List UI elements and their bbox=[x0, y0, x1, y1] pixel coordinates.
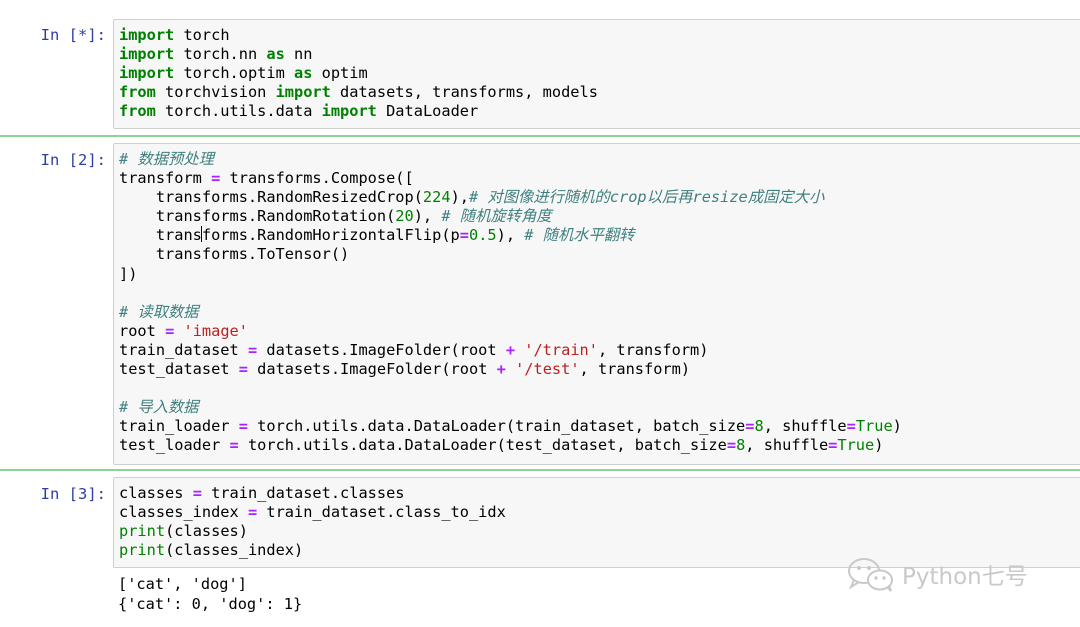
code-input[interactable]: import torch import torch.nn as nn impor… bbox=[113, 19, 1080, 129]
output-line: {'cat': 0, 'dog': 1} bbox=[118, 594, 303, 613]
code-line: print(classes) bbox=[119, 522, 248, 541]
code-line: test_dataset = datasets.ImageFolder(root… bbox=[119, 360, 691, 379]
code-line: print(classes_index) bbox=[119, 541, 304, 560]
cell-prompt: In [*]: bbox=[40, 26, 106, 44]
code-line: transforms.RandomHorizontalFlip(p=0.5), … bbox=[119, 226, 635, 245]
code-line: ]) bbox=[119, 264, 138, 283]
code-line: classes_index = train_dataset.class_to_i… bbox=[119, 503, 506, 522]
code-line: import torch bbox=[119, 26, 230, 44]
code-line: from torchvision import datasets, transf… bbox=[119, 83, 598, 102]
code-cell-1[interactable]: In [*]: import torch import torch.nn as … bbox=[0, 0, 1080, 135]
cell-separator bbox=[0, 469, 1080, 471]
code-line: root = 'image' bbox=[119, 321, 248, 340]
code-input[interactable]: # 数据预处理 transform = transforms.Compose([… bbox=[113, 143, 1080, 465]
cell-prompt: In [3]: bbox=[40, 485, 106, 503]
wechat-icon bbox=[848, 558, 893, 592]
code-line: transforms.RandomResizedCrop(224),# 对图像进… bbox=[119, 188, 825, 207]
code-line: transforms.RandomRotation(20), # 随机旋转角度 bbox=[119, 207, 552, 226]
code-line: # 导入数据 bbox=[119, 398, 199, 417]
watermark: Python七号 bbox=[846, 556, 1028, 592]
cell-output: ['cat', 'dog'] {'cat': 0, 'dog': 1} bbox=[118, 575, 302, 614]
code-line: train_loader = torch.utils.data.DataLoad… bbox=[119, 417, 902, 436]
text-cursor bbox=[201, 226, 203, 243]
code-line: import torch.optim as optim bbox=[119, 64, 368, 83]
code-line: # 数据预处理 bbox=[119, 150, 214, 168]
code-line: transform = transforms.Compose([ bbox=[119, 169, 414, 188]
code-line: test_loader = torch.utils.data.DataLoade… bbox=[119, 436, 884, 455]
watermark-text: Python七号 bbox=[902, 564, 1028, 590]
output-line: ['cat', 'dog'] bbox=[118, 575, 247, 593]
code-line: from torch.utils.data import DataLoader bbox=[119, 102, 479, 121]
code-line: classes = train_dataset.classes bbox=[119, 484, 405, 502]
cell-prompt: In [2]: bbox=[40, 151, 106, 169]
code-cell-2[interactable]: In [2]: # 数据预处理 transform = transforms.C… bbox=[0, 138, 1080, 470]
code-line: # 读取数据 bbox=[119, 302, 199, 321]
code-editor[interactable]: import torch import torch.nn as nn impor… bbox=[114, 20, 1080, 127]
code-input[interactable]: classes = train_dataset.classes classes_… bbox=[113, 477, 1080, 568]
code-editor[interactable]: classes = train_dataset.classes classes_… bbox=[114, 478, 1080, 566]
code-line: import torch.nn as nn bbox=[119, 45, 313, 64]
code-editor[interactable]: # 数据预处理 transform = transforms.Compose([… bbox=[114, 144, 1080, 462]
code-line: train_dataset = datasets.ImageFolder(roo… bbox=[119, 340, 709, 359]
code-cell-3[interactable]: In [3]: classes = train_dataset.classes … bbox=[0, 472, 1080, 627]
code-line: transforms.ToTensor() bbox=[119, 245, 350, 264]
cell-separator bbox=[0, 135, 1080, 137]
